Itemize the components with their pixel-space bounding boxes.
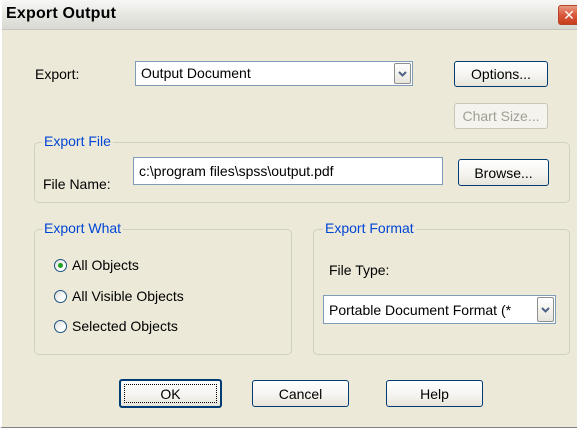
file-name-label: File Name: [43,176,111,192]
radio-label: All Visible Objects [72,288,184,304]
export-file-legend: Export File [42,133,113,149]
file-name-field[interactable] [133,157,443,185]
export-format-legend: Export Format [323,220,416,236]
radio-button[interactable] [54,320,67,333]
export-what-legend: Export What [42,220,124,236]
radio-selected-dot [58,263,63,268]
radio-button[interactable] [54,259,67,272]
help-button[interactable]: Help [386,380,483,407]
file-type-dropdown-button[interactable] [537,297,554,322]
chart-size-button[interactable]: Chart Size... [454,103,548,129]
chevron-down-icon [398,70,407,77]
chevron-down-icon [541,306,550,313]
radio-label: All Objects [72,257,139,273]
export-output-dialog: Export Output ✕ Export: Output Document … [0,0,577,428]
close-button[interactable]: ✕ [558,5,577,25]
close-icon: ✕ [563,7,575,23]
dialog-title: Export Output [6,5,117,22]
export-type-value: Output Document [141,65,251,81]
ok-button[interactable]: OK [119,379,222,408]
file-type-dropdown[interactable]: Portable Document Format (* [323,295,556,324]
file-name-input[interactable] [134,158,442,184]
title-bar[interactable]: Export Output ✕ [2,0,577,30]
export-type-dropdown[interactable]: Output Document [135,61,413,86]
options-button[interactable]: Options... [454,61,548,87]
export-label: Export: [35,66,80,82]
file-type-value: Portable Document Format (* [329,302,512,318]
export-type-dropdown-button[interactable] [394,63,411,84]
radio-button[interactable] [54,290,67,303]
file-type-label: File Type: [329,262,390,278]
browse-button[interactable]: Browse... [458,159,549,186]
export-format-group [313,229,570,355]
radio-label: Selected Objects [72,318,178,334]
focus-rect [124,384,217,403]
cancel-button[interactable]: Cancel [252,380,349,407]
